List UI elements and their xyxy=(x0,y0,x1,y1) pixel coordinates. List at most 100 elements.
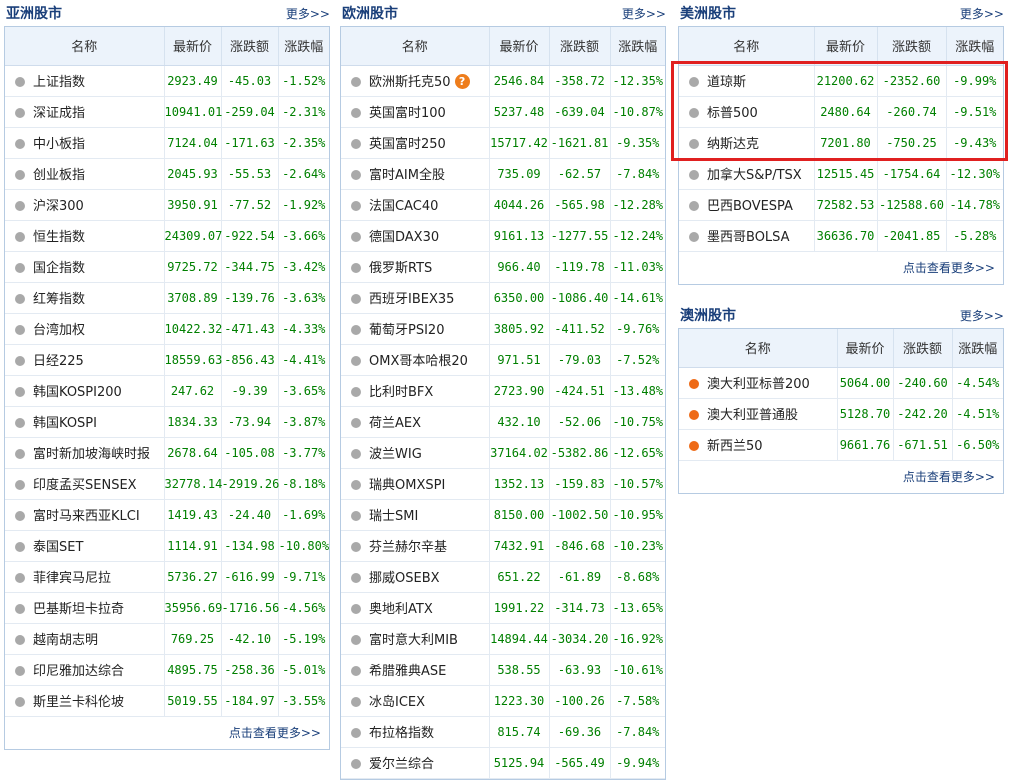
index-name[interactable]: 加拿大S&P/TSX xyxy=(707,168,802,183)
index-name[interactable]: 台湾加权 xyxy=(33,323,85,338)
index-name[interactable]: 巴基斯坦卡拉奇 xyxy=(33,602,124,617)
table-row[interactable]: 富时意大利MIB 14894.44 -3034.20 -16.92% xyxy=(341,623,665,655)
index-name-cell[interactable]: 上证指数 xyxy=(5,65,164,97)
index-name[interactable]: 韩国KOSPI xyxy=(33,416,97,431)
table-row[interactable]: 澳大利亚普通股 5128.70 -242.20 -4.51% xyxy=(679,398,1003,430)
index-name[interactable]: 上证指数 xyxy=(33,75,85,90)
index-name-cell[interactable]: 巴基斯坦卡拉奇 xyxy=(5,592,164,624)
table-row[interactable]: 富时马来西亚KLCI 1419.43 -24.40 -1.69% xyxy=(5,499,329,531)
table-row[interactable]: 英国富时100 5237.48 -639.04 -10.87% xyxy=(341,96,665,128)
table-row[interactable]: 葡萄牙PSI20 3805.92 -411.52 -9.76% xyxy=(341,313,665,345)
index-name-cell[interactable]: 奥地利ATX xyxy=(341,592,489,624)
index-name-cell[interactable]: 爱尔兰综合 xyxy=(341,747,489,779)
index-name-cell[interactable]: 挪威OSEBX xyxy=(341,561,489,593)
index-name[interactable]: 葡萄牙PSI20 xyxy=(369,323,444,338)
america-view-more-link[interactable]: 点击查看更多>> xyxy=(679,252,1003,284)
table-row[interactable]: 瑞士SMI 8150.00 -1002.50 -10.95% xyxy=(341,499,665,531)
index-name-cell[interactable]: 富时意大利MIB xyxy=(341,623,489,655)
table-row[interactable]: 富时AIM全股 735.09 -62.57 -7.84% xyxy=(341,158,665,190)
index-name-cell[interactable]: 比利时BFX xyxy=(341,375,489,407)
index-name-cell[interactable]: 韩国KOSPI xyxy=(5,406,164,438)
index-name[interactable]: 奥地利ATX xyxy=(369,602,433,617)
index-name-cell[interactable]: 澳大利亚普通股 xyxy=(679,398,837,430)
index-name[interactable]: 俄罗斯RTS xyxy=(369,261,432,276)
index-name-cell[interactable]: 菲律宾马尼拉 xyxy=(5,561,164,593)
table-row[interactable]: 深证成指 10941.01 -259.04 -2.31% xyxy=(5,96,329,128)
oceania-more-link[interactable]: 更多>> xyxy=(960,307,1004,324)
index-name[interactable]: 泰国SET xyxy=(33,540,83,555)
index-name[interactable]: 英国富时100 xyxy=(369,106,446,121)
table-row[interactable]: 韩国KOSPI200 247.62 -9.39 -3.65% xyxy=(5,375,329,407)
table-row[interactable]: 恒生指数 24309.07 -922.54 -3.66% xyxy=(5,220,329,252)
index-name[interactable]: 英国富时250 xyxy=(369,137,446,152)
question-icon[interactable]: ? xyxy=(454,74,470,89)
index-name-cell[interactable]: 瑞士SMI xyxy=(341,499,489,531)
table-row[interactable]: OMX哥本哈根20 971.51 -79.03 -7.52% xyxy=(341,344,665,376)
index-name[interactable]: 富时AIM全股 xyxy=(369,168,445,183)
index-name[interactable]: 西班牙IBEX35 xyxy=(369,292,454,307)
index-name[interactable]: 沪深300 xyxy=(33,199,84,214)
index-name[interactable]: 波兰WIG xyxy=(369,447,422,462)
index-name[interactable]: 深证成指 xyxy=(33,106,85,121)
index-name[interactable]: 韩国KOSPI200 xyxy=(33,385,122,400)
table-row[interactable]: 俄罗斯RTS 966.40 -119.78 -11.03% xyxy=(341,251,665,283)
index-name-cell[interactable]: 布拉格指数 xyxy=(341,716,489,748)
index-name-cell[interactable]: 荷兰AEX xyxy=(341,406,489,438)
index-name-cell[interactable]: 台湾加权 xyxy=(5,313,164,345)
table-row[interactable]: 新西兰50 9661.76 -671.51 -6.50% xyxy=(679,429,1003,461)
index-name[interactable]: 芬兰赫尔辛基 xyxy=(369,540,447,555)
index-name[interactable]: 中小板指 xyxy=(33,137,85,152)
table-row[interactable]: 瑞典OMXSPI 1352.13 -159.83 -10.57% xyxy=(341,468,665,500)
index-name-cell[interactable]: 墨西哥BOLSA xyxy=(679,220,814,252)
table-row[interactable]: 沪深300 3950.91 -77.52 -1.92% xyxy=(5,189,329,221)
index-name-cell[interactable]: 富时新加坡海峡时报 xyxy=(5,437,164,469)
table-row[interactable]: 墨西哥BOLSA 36636.70 -2041.85 -5.28% xyxy=(679,220,1003,252)
index-name[interactable]: 比利时BFX xyxy=(369,385,433,400)
table-row[interactable]: 奥地利ATX 1991.22 -314.73 -13.65% xyxy=(341,592,665,624)
index-name-cell[interactable]: 斯里兰卡科伦坡 xyxy=(5,685,164,717)
index-name-cell[interactable]: 英国富时250 xyxy=(341,127,489,159)
index-name-cell[interactable]: 日经225 xyxy=(5,344,164,376)
table-row[interactable]: 比利时BFX 2723.90 -424.51 -13.48% xyxy=(341,375,665,407)
index-name-cell[interactable]: 冰岛ICEX xyxy=(341,685,489,717)
table-row[interactable]: 挪威OSEBX 651.22 -61.89 -8.68% xyxy=(341,561,665,593)
table-row[interactable]: 欧洲斯托克50? 2546.84 -358.72 -12.35% xyxy=(341,65,665,97)
table-row[interactable]: 布拉格指数 815.74 -69.36 -7.84% xyxy=(341,716,665,748)
table-row[interactable]: 冰岛ICEX 1223.30 -100.26 -7.58% xyxy=(341,685,665,717)
table-row[interactable]: 菲律宾马尼拉 5736.27 -616.99 -9.71% xyxy=(5,561,329,593)
index-name[interactable]: 布拉格指数 xyxy=(369,726,434,741)
index-name[interactable]: OMX哥本哈根20 xyxy=(369,354,468,369)
table-row[interactable]: 印度孟买SENSEX 32778.14 -2919.26 -8.18% xyxy=(5,468,329,500)
oceania-view-more-link[interactable]: 点击查看更多>> xyxy=(679,461,1003,493)
index-name[interactable]: 墨西哥BOLSA xyxy=(707,230,790,245)
index-name[interactable]: 欧洲斯托克50 xyxy=(369,75,451,90)
index-name[interactable]: 红筹指数 xyxy=(33,292,85,307)
table-row[interactable]: 富时新加坡海峡时报 2678.64 -105.08 -3.77% xyxy=(5,437,329,469)
table-row[interactable]: 爱尔兰综合 5125.94 -565.49 -9.94% xyxy=(341,747,665,779)
index-name[interactable]: 国企指数 xyxy=(33,261,85,276)
index-name[interactable]: 希腊雅典ASE xyxy=(369,664,446,679)
index-name-cell[interactable]: 印尼雅加达综合 xyxy=(5,654,164,686)
index-name[interactable]: 巴西BOVESPA xyxy=(707,199,793,214)
index-name-cell[interactable]: 创业板指 xyxy=(5,158,164,190)
index-name[interactable]: 印度孟买SENSEX xyxy=(33,478,137,493)
index-name[interactable]: 澳大利亚普通股 xyxy=(707,408,798,423)
index-name-cell[interactable]: 恒生指数 xyxy=(5,220,164,252)
index-name-cell[interactable]: 沪深300 xyxy=(5,189,164,221)
index-name-cell[interactable]: 中小板指 xyxy=(5,127,164,159)
index-name-cell[interactable]: 德国DAX30 xyxy=(341,220,489,252)
index-name[interactable]: 澳大利亚标普200 xyxy=(707,377,810,392)
index-name[interactable]: 菲律宾马尼拉 xyxy=(33,571,111,586)
index-name[interactable]: 新西兰50 xyxy=(707,439,763,454)
index-name-cell[interactable]: 富时AIM全股 xyxy=(341,158,489,190)
index-name-cell[interactable]: 深证成指 xyxy=(5,96,164,128)
table-row[interactable]: 加拿大S&P/TSX 12515.45 -1754.64 -12.30% xyxy=(679,158,1003,190)
table-row[interactable]: 创业板指 2045.93 -55.53 -2.64% xyxy=(5,158,329,190)
index-name[interactable]: 瑞士SMI xyxy=(369,509,418,524)
index-name-cell[interactable]: OMX哥本哈根20 xyxy=(341,344,489,376)
table-row[interactable]: 印尼雅加达综合 4895.75 -258.36 -5.01% xyxy=(5,654,329,686)
index-name-cell[interactable]: 葡萄牙PSI20 xyxy=(341,313,489,345)
table-row[interactable]: 泰国SET 1114.91 -134.98 -10.80% xyxy=(5,530,329,562)
index-name[interactable]: 富时意大利MIB xyxy=(369,633,458,648)
table-row[interactable]: 希腊雅典ASE 538.55 -63.93 -10.61% xyxy=(341,654,665,686)
